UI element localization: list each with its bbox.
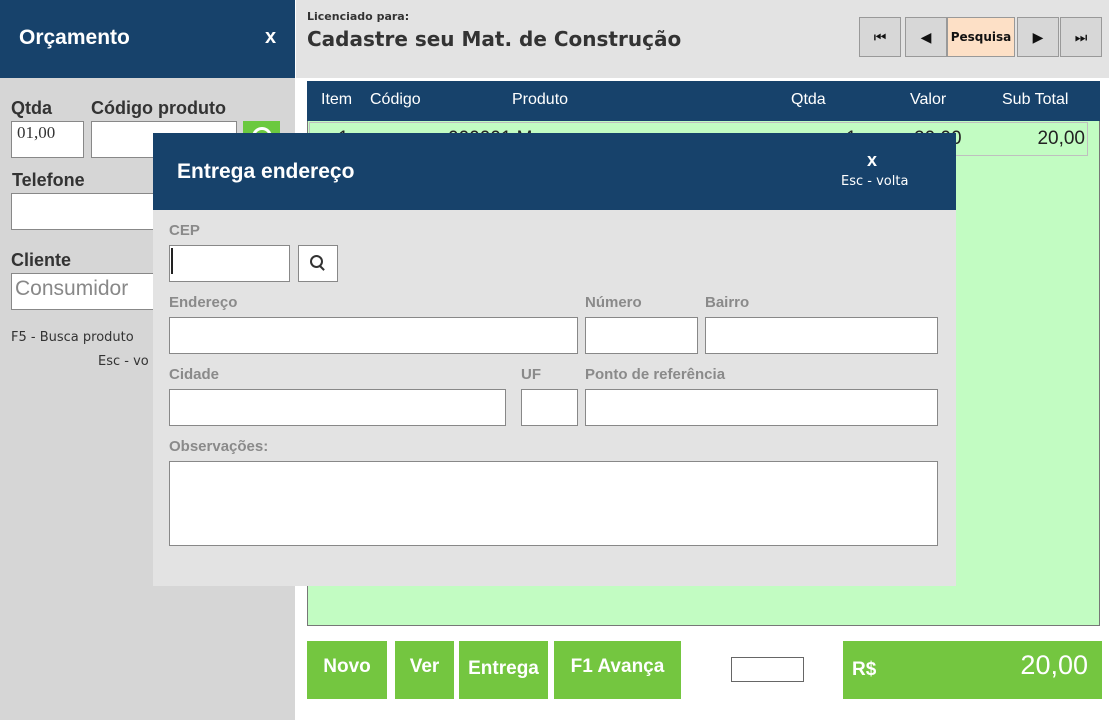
currency-label: R$ xyxy=(852,659,877,680)
licensed-label: Licenciado para: xyxy=(307,10,410,23)
hint-esc: Esc - vo xyxy=(98,354,149,369)
hint-search-product: F5 - Busca produto xyxy=(11,330,134,345)
state-label: UF xyxy=(521,366,541,383)
esc-hint: Esc - volta xyxy=(841,174,909,189)
close-icon[interactable]: x xyxy=(867,150,877,171)
close-icon[interactable]: x xyxy=(265,26,276,49)
qty-input[interactable]: 01,00 xyxy=(11,121,84,158)
cep-input[interactable] xyxy=(169,245,290,282)
text-cursor xyxy=(171,248,173,274)
col-code: Código xyxy=(370,91,421,108)
last-record-button[interactable]: ⏭ xyxy=(1060,17,1102,57)
code-label: Código produto xyxy=(91,98,226,118)
col-item: Item xyxy=(321,91,353,108)
discount-input[interactable] xyxy=(731,657,804,682)
reference-input[interactable] xyxy=(585,389,938,426)
phone-input[interactable] xyxy=(11,193,156,230)
notes-textarea[interactable] xyxy=(169,461,938,546)
licensee-name: Cadastre seu Mat. de Construção xyxy=(307,27,682,51)
cell-subtotal: 20,00 xyxy=(1037,128,1085,149)
cep-search-button[interactable] xyxy=(298,245,338,282)
col-qty: Qtda xyxy=(791,91,826,108)
cep-label: CEP xyxy=(169,222,200,239)
city-label: Cidade xyxy=(169,366,220,383)
city-input[interactable] xyxy=(169,389,506,426)
prev-record-button[interactable]: ◀ xyxy=(905,17,947,57)
state-input[interactable] xyxy=(521,389,578,426)
table-header: Item Código Produto Qtda Valor Sub Total xyxy=(307,81,1100,121)
advance-button[interactable]: F1 Avança xyxy=(554,641,681,699)
new-button[interactable]: Novo xyxy=(307,641,387,699)
address-input[interactable] xyxy=(169,317,578,354)
reference-label: Ponto de referência xyxy=(585,366,726,383)
address-label: Endereço xyxy=(169,294,238,311)
client-input[interactable]: Consumidor xyxy=(11,273,156,310)
qty-label: Qtda xyxy=(11,98,53,118)
dialog-title: Entrega endereço xyxy=(177,160,355,183)
next-record-button[interactable]: ▶ xyxy=(1017,17,1059,57)
first-record-button[interactable]: ⏮ xyxy=(859,17,901,57)
notes-label: Observações: xyxy=(169,438,269,455)
delivery-button[interactable]: Entrega xyxy=(459,641,548,699)
col-value: Valor xyxy=(910,91,947,108)
col-subtotal: Sub Total xyxy=(1002,91,1069,108)
total-value: 20,00 xyxy=(1020,650,1088,680)
number-label: Número xyxy=(585,294,642,311)
number-input[interactable] xyxy=(585,317,698,354)
client-label: Cliente xyxy=(11,250,72,270)
total-box: R$ 20,00 xyxy=(843,641,1102,699)
view-button[interactable]: Ver xyxy=(395,641,454,699)
panel-title: Orçamento xyxy=(19,26,130,49)
phone-label: Telefone xyxy=(12,170,85,190)
district-input[interactable] xyxy=(705,317,938,354)
search-button[interactable]: Pesquisa xyxy=(947,17,1015,57)
col-product: Produto xyxy=(512,91,569,108)
district-label: Bairro xyxy=(705,294,750,311)
